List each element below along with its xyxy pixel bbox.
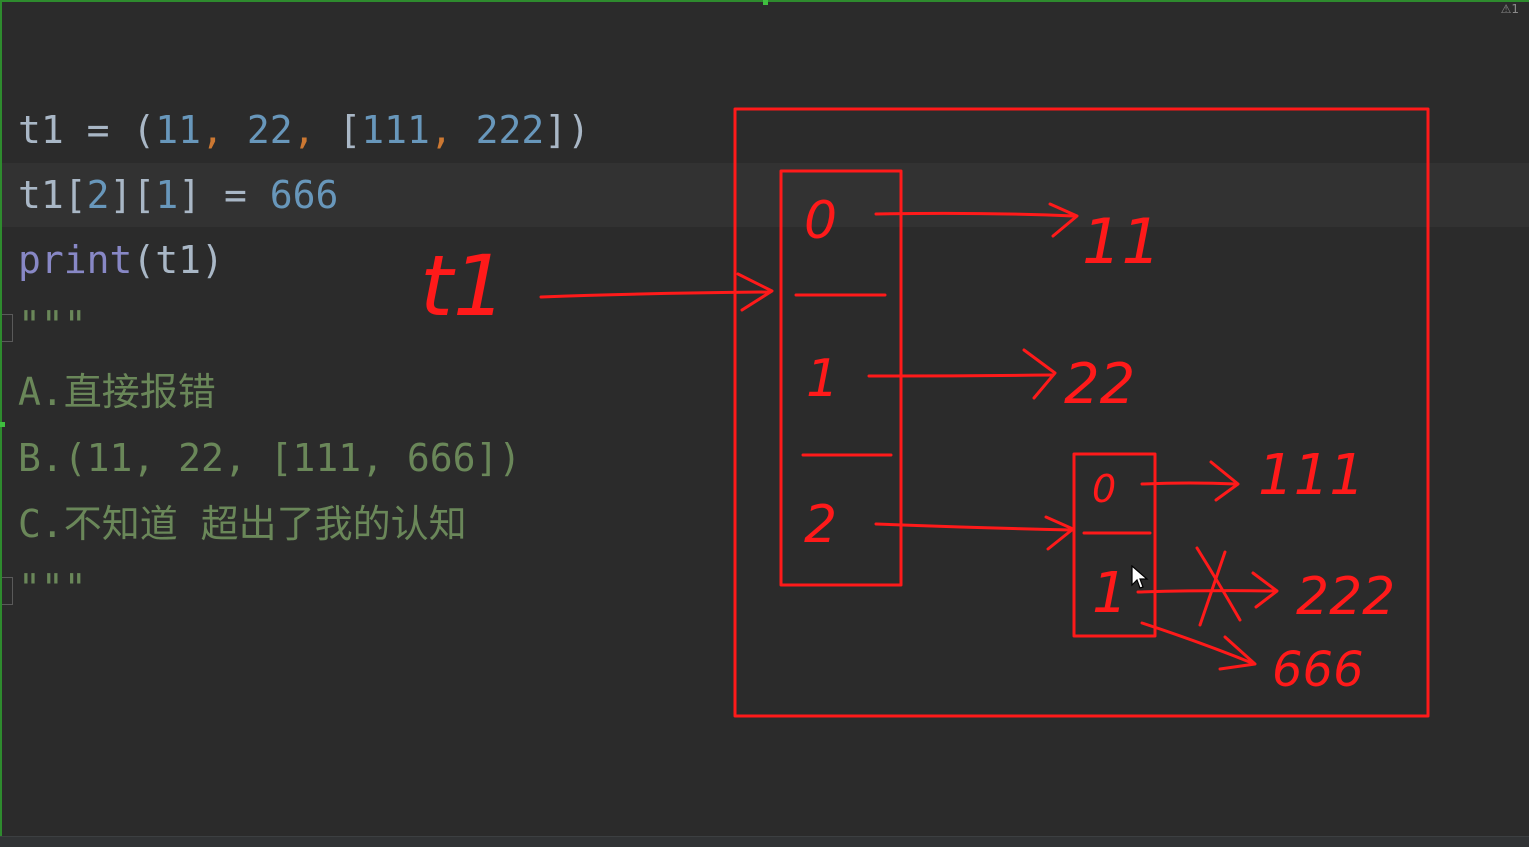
- arrow-head: [1044, 515, 1075, 551]
- arrow-head: [1048, 202, 1079, 238]
- handwritten-list-index-0: 0: [1092, 467, 1116, 511]
- handwritten-value-22: 22: [1064, 352, 1135, 417]
- drawing-overlay: t1 0 1 2 11 22 0 1 111 222 666: [420, 107, 1430, 718]
- handwritten-index-1: 1: [806, 349, 839, 409]
- handwritten-value-111: 111: [1258, 443, 1365, 508]
- arrow-idx0-to-11: [874, 211, 1076, 218]
- handwritten-value-222: 222: [1296, 567, 1395, 627]
- code-editor-window: ⚠1 t1 = (11, 22, [111, 222]) t1[2][1] = …: [0, 0, 1529, 847]
- handwritten-index-2: 2: [804, 495, 837, 555]
- handwritten-index-0: 0: [804, 191, 837, 251]
- arrow-list0-to-111: [1140, 481, 1238, 486]
- arrow-list1-to-222: [1136, 589, 1277, 594]
- handwritten-value-666: 666: [1272, 642, 1364, 698]
- editor-bottom-bar: [0, 836, 1529, 847]
- arrow-idx2-to-list: [874, 522, 1074, 532]
- arrow-idx1-to-22: [867, 373, 1054, 378]
- arrow-head: [1209, 460, 1240, 502]
- handwritten-value-11: 11: [1082, 205, 1161, 278]
- handwritten-var-name: t1: [420, 237, 506, 335]
- handwritten-list-index-1: 1: [1092, 561, 1128, 626]
- arrow-list1-to-666: [1140, 621, 1254, 665]
- mouse-cursor-icon: [1131, 565, 1149, 589]
- cross-mark: [1195, 546, 1242, 622]
